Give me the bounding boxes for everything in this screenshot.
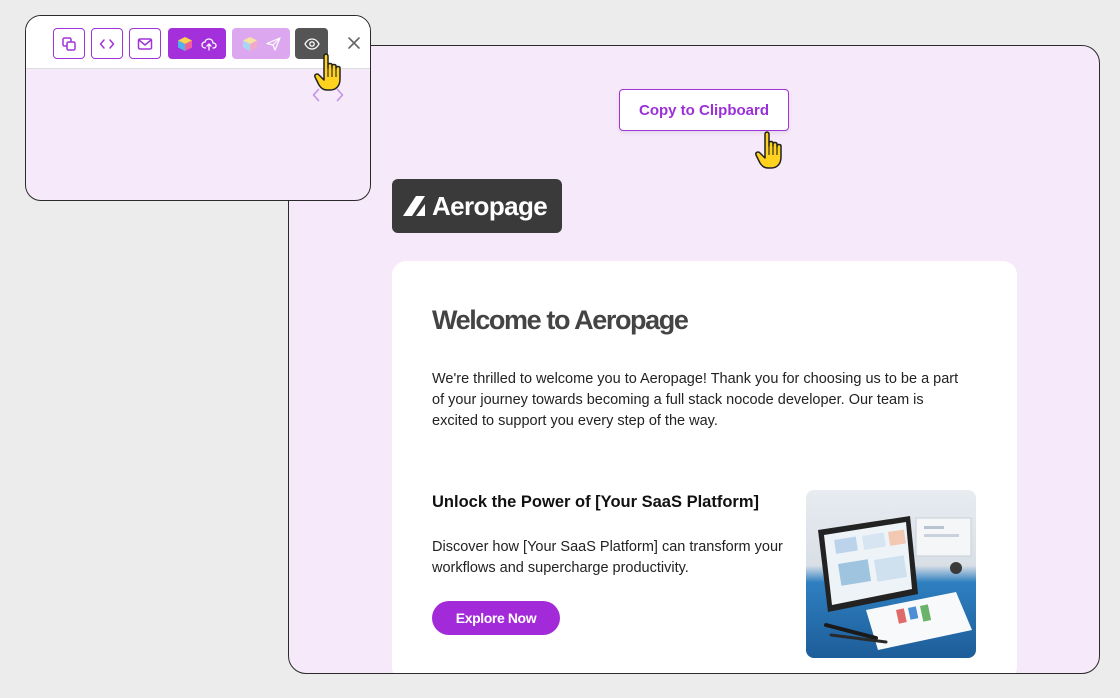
email-intro-text: We're thrilled to welcome you to Aeropag… (432, 371, 959, 429)
explore-now-button[interactable]: Explore Now (432, 601, 560, 635)
copy-button[interactable] (53, 28, 85, 59)
send-to-platform-button[interactable] (232, 28, 290, 59)
toolbar-popup (25, 15, 371, 201)
code-icon (99, 38, 115, 49)
copy-icon (62, 36, 76, 51)
hand-pointer-cursor-icon (314, 53, 341, 91)
feature-image-tablet-photo (806, 490, 976, 658)
aeropage-logo: Aeropage (392, 179, 562, 233)
email-button[interactable] (129, 28, 161, 59)
close-icon (348, 37, 360, 49)
eye-icon (303, 37, 320, 50)
upload-to-platform-button[interactable] (168, 28, 226, 59)
copy-to-clipboard-button[interactable]: Copy to Clipboard (619, 89, 789, 131)
cloud-upload-icon (201, 37, 217, 51)
cube-icon (178, 36, 192, 51)
code-button[interactable] (91, 28, 123, 59)
feature-description: Discover how [Your SaaS Platform] can tr… (432, 539, 783, 576)
aeropage-logo-icon (403, 196, 425, 216)
feature-heading: Unlock the Power of [Your SaaS Platform] (432, 493, 759, 511)
hand-pointer-cursor-icon (755, 131, 782, 169)
cube-icon (242, 36, 257, 51)
email-title: Welcome to Aeropage (432, 305, 689, 335)
email-card: Welcome to Aeropage We're thrilled to we… (392, 261, 1017, 673)
send-icon (265, 36, 281, 51)
email-preview-panel: Copy to Clipboard Aeropage Welcome to Ae… (288, 45, 1100, 674)
mail-icon (137, 37, 153, 50)
logo-text: Aeropage (432, 190, 548, 221)
